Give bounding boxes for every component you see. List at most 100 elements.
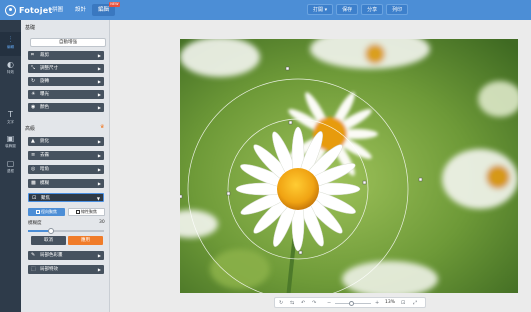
zoom-out-icon[interactable]: − — [327, 298, 331, 308]
text-icon: T — [8, 110, 13, 119]
chevron-right-icon: ▶ — [97, 139, 101, 144]
brush-icon: ✎ — [31, 252, 36, 258]
redo-rotate-icon[interactable]: ↻ — [279, 298, 283, 308]
sidebar-item-edit[interactable]: ⫶ 編輯 — [0, 32, 21, 56]
sidebar-item-frame[interactable]: ▢ 邊框 — [0, 156, 21, 180]
icon-sidebar: ⫶ 編輯 ◐ 特效 T 文字 ▣ 裝飾圖 ▢ 邊框 — [0, 20, 21, 312]
main-nav: 拼圖 設計 編輯 NEW — [46, 2, 121, 16]
tool-label: 局部特效 — [40, 267, 58, 272]
tools-panel: 基礎 自動增強 ⌗ 裁剪 ▶ ⤡ 調整尺寸 ▶ ↻ 旋轉 ▶ ☀ 曝光 ▶ ◉ … — [21, 20, 110, 312]
basic-section-title: 基礎 — [25, 25, 36, 31]
photo-canvas[interactable] — [180, 39, 518, 293]
tool-label: 暗角 — [40, 167, 49, 172]
tool-resize[interactable]: ⤡ 調整尺寸 ▶ — [28, 64, 104, 73]
tab-collage[interactable]: 拼圖 — [46, 4, 69, 16]
tab-design[interactable]: 設計 — [69, 4, 92, 16]
tool-vignette[interactable]: ◎ 暗角 ▶ — [28, 165, 104, 174]
auto-enhance-button[interactable]: 自動增強 — [30, 38, 106, 47]
local-effect-icon: ⬚ — [31, 266, 36, 272]
sharpen-icon: ▲ — [31, 138, 35, 144]
tool-dehaze[interactable]: ≡ 去霧 ▶ — [28, 151, 104, 160]
tool-label: 旋轉 — [40, 79, 49, 84]
tool-color-splash[interactable]: ✎ 局部色彩畫 ▶ — [28, 251, 104, 260]
top-actions: 打開 ▾ 保存 分享 列印 — [307, 4, 409, 15]
open-button[interactable]: 打開 ▾ — [307, 4, 334, 15]
dehaze-icon: ≡ — [31, 152, 36, 158]
sidebar-item-label: 邊框 — [7, 169, 14, 173]
zoom-slider-knob[interactable] — [349, 300, 354, 306]
tool-blur[interactable]: ▩ 模糊 ▶ — [28, 179, 104, 188]
sliders-icon: ⫶ — [9, 35, 12, 44]
undo-icon[interactable]: ↶ — [301, 298, 305, 308]
linear-focus-label: 線性聚焦 — [81, 209, 97, 214]
chevron-right-icon: ▶ — [97, 267, 101, 272]
fit-screen-icon[interactable]: ⊡ — [401, 298, 405, 308]
tool-label: 裁剪 — [40, 53, 49, 58]
chevron-down-icon: ▼ — [96, 196, 100, 201]
radial-focus-option[interactable]: 徑向聚焦 — [28, 208, 65, 216]
tool-label: 模糊 — [40, 181, 49, 186]
share-button[interactable]: 分享 — [361, 4, 384, 15]
color-icon: ◉ — [31, 104, 36, 110]
advanced-section-title: 高級 — [25, 126, 36, 132]
tab-edit[interactable]: 編輯 NEW — [92, 2, 121, 16]
radial-focus-label: 徑向聚焦 — [41, 209, 57, 214]
radio-icon — [36, 210, 40, 214]
chevron-right-icon: ▶ — [97, 181, 101, 186]
chevron-right-icon: ▶ — [97, 66, 101, 71]
chevron-right-icon: ▶ — [97, 92, 101, 97]
zoom-percent: 13% — [385, 300, 396, 305]
chevron-right-icon: ▶ — [97, 153, 101, 158]
tool-focus[interactable]: ⊡ 聚焦 ▼ — [28, 193, 104, 202]
top-bar: Fotojet 拼圖 設計 編輯 NEW 打開 ▾ 保存 分享 列印 — [0, 0, 531, 20]
redo-icon[interactable]: ↷ — [312, 298, 316, 308]
blur-slider-knob[interactable] — [47, 227, 54, 234]
chevron-right-icon: ▶ — [97, 53, 101, 58]
zoom-in-icon[interactable]: + — [375, 298, 379, 308]
tool-color[interactable]: ◉ 顏色 ▶ — [28, 103, 104, 112]
tool-label: 調整尺寸 — [40, 66, 58, 71]
chevron-right-icon: ▶ — [97, 167, 101, 172]
tool-rotate[interactable]: ↻ 旋轉 ▶ — [28, 77, 104, 86]
focus-icon: ⊡ — [32, 195, 37, 201]
crown-icon: ♛ — [100, 124, 105, 130]
blur-icon: ▩ — [31, 180, 36, 186]
fullscreen-icon[interactable]: ⤢ — [413, 298, 417, 308]
chevron-right-icon: ▶ — [97, 79, 101, 84]
vignette-icon: ◎ — [31, 166, 36, 172]
resize-icon: ⤡ — [31, 65, 36, 71]
tool-crop[interactable]: ⌗ 裁剪 ▶ — [28, 51, 104, 60]
clipart-icon: ▣ — [6, 134, 15, 143]
flip-icon[interactable]: ⇆ — [290, 298, 294, 308]
chevron-right-icon: ▶ — [97, 105, 101, 110]
tool-local-effect[interactable]: ⬚ 局部特效 ▶ — [28, 265, 104, 274]
tool-label: 去霧 — [40, 153, 49, 158]
tool-label: 銳化 — [40, 139, 49, 144]
new-badge: NEW — [108, 2, 121, 7]
tool-label: 顏色 — [40, 105, 49, 110]
logo-icon — [5, 4, 16, 16]
sidebar-item-text[interactable]: T 文字 — [0, 107, 21, 131]
zoom-toolbar: ↻ ⇆ ↶ ↷ − + 13% ⊡ ⤢ — [274, 297, 426, 308]
blur-slider-label: 模糊度 — [28, 221, 42, 226]
tool-label: 曝光 — [40, 92, 49, 97]
sidebar-item-label: 裝飾圖 — [5, 144, 16, 148]
blur-slider-value: 30 — [99, 220, 105, 225]
tool-label: 聚焦 — [41, 196, 50, 201]
sidebar-item-effect[interactable]: ◐ 特效 — [0, 57, 21, 81]
tool-exposure[interactable]: ☀ 曝光 ▶ — [28, 90, 104, 99]
save-button[interactable]: 保存 — [336, 4, 359, 15]
blur-slider-track[interactable] — [28, 230, 104, 232]
tool-label: 局部色彩畫 — [40, 253, 63, 258]
frame-icon: ▢ — [6, 159, 15, 168]
print-button[interactable]: 列印 — [386, 4, 409, 15]
linear-focus-option[interactable]: 線性聚焦 — [68, 208, 105, 216]
radio-icon — [76, 210, 80, 214]
sidebar-item-clipart[interactable]: ▣ 裝飾圖 — [0, 131, 21, 155]
exposure-icon: ☀ — [31, 91, 36, 97]
cancel-button[interactable]: 取消 — [31, 236, 66, 245]
tab-edit-label: 編輯 — [98, 7, 110, 13]
tool-sharpen[interactable]: ▲ 銳化 ▶ — [28, 137, 104, 146]
crop-icon: ⌗ — [31, 52, 34, 58]
apply-button[interactable]: 應用 — [68, 236, 103, 245]
